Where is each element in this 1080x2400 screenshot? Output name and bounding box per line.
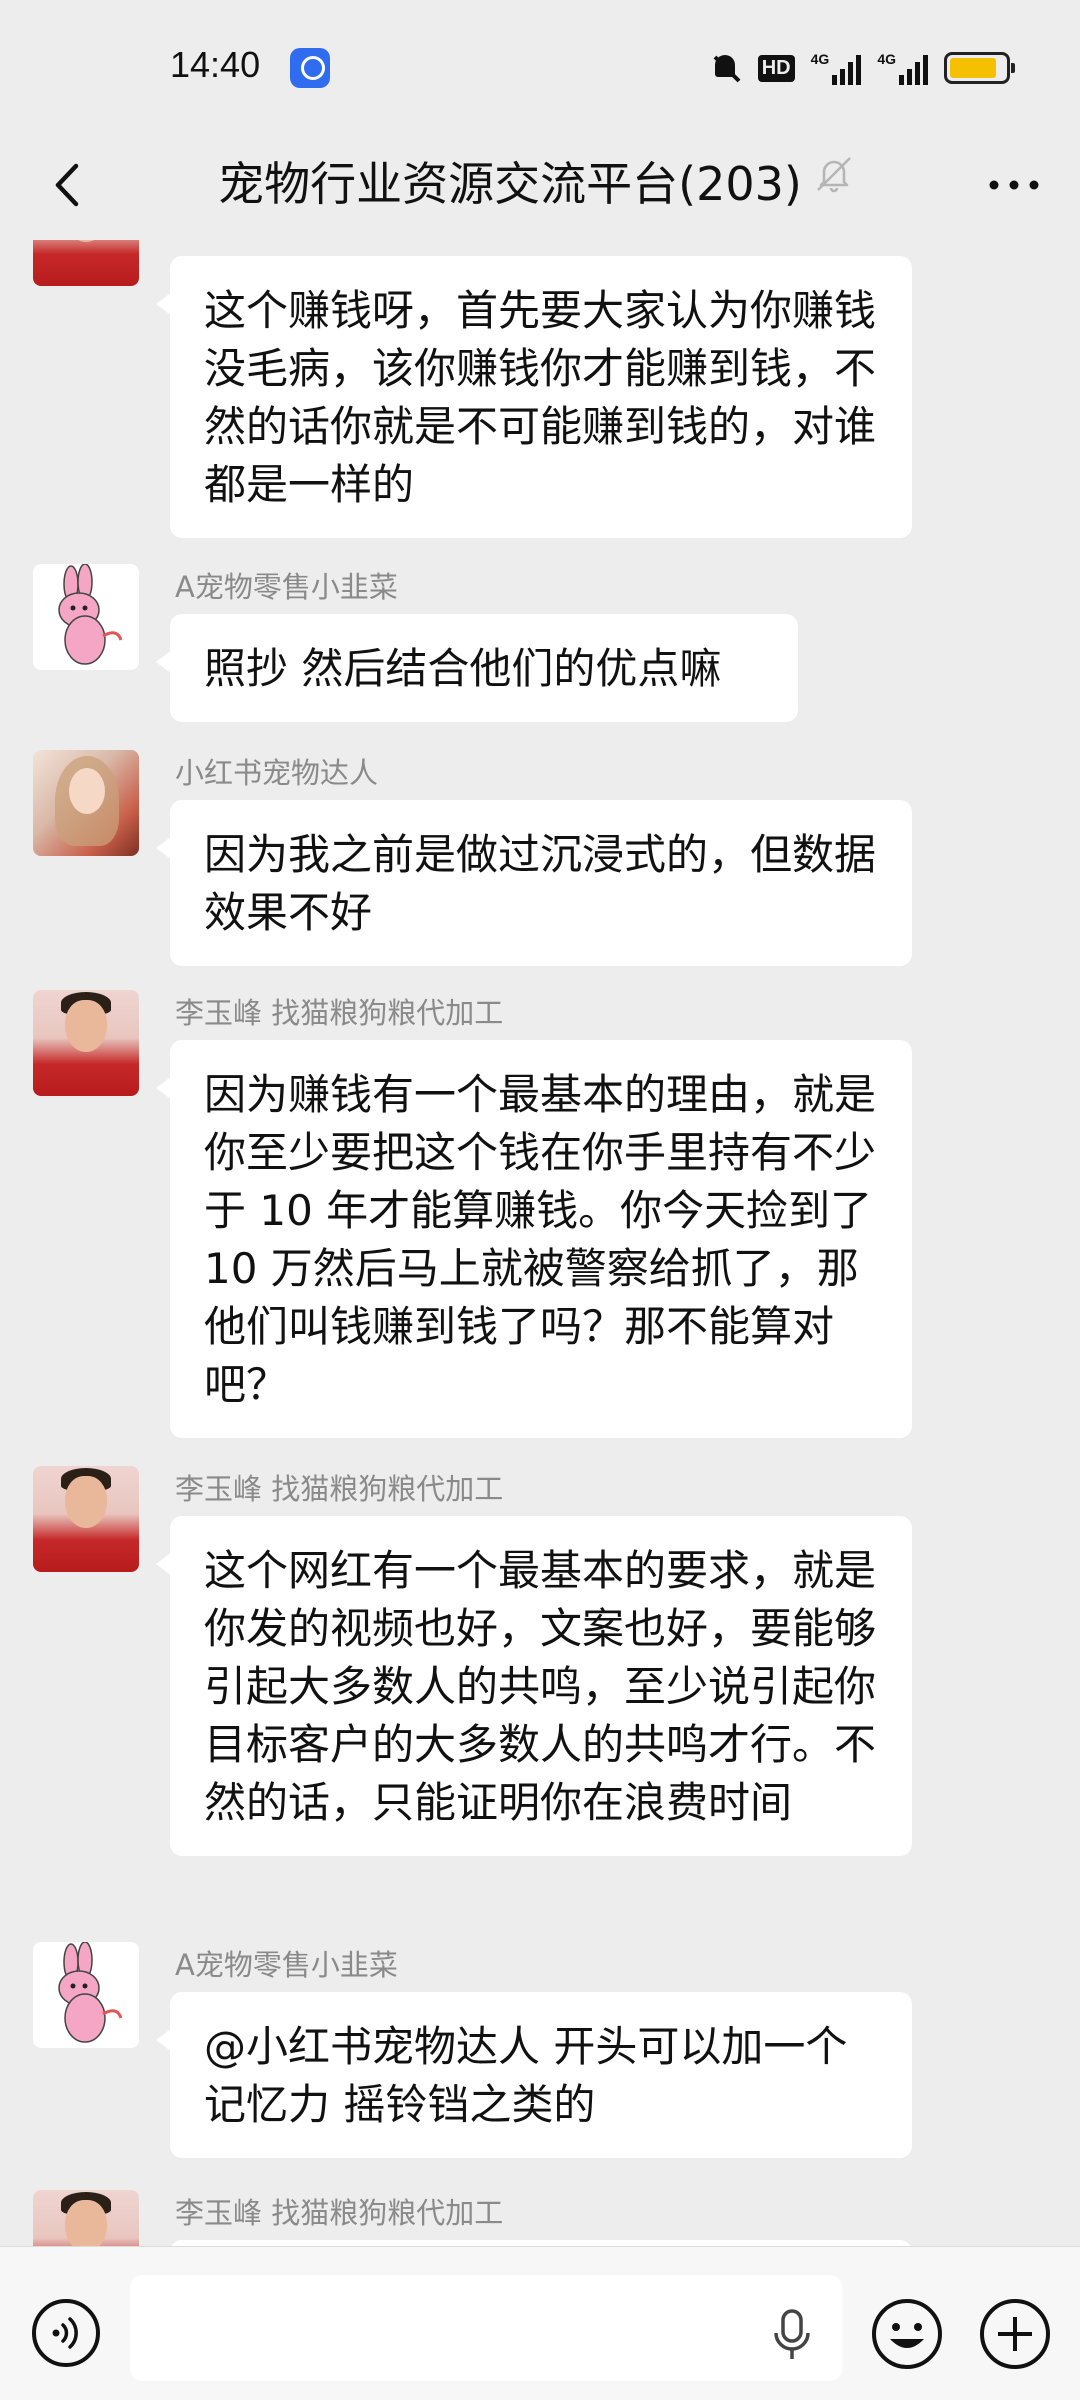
message-bubble[interactable]: 这个网红有一个最基本的要求，就是你发的视频也好，文案也好，要能够引起大多数人的共… — [156, 1516, 912, 1856]
sender-name: A宠物零售小韭菜 — [175, 1948, 398, 1982]
signal-strength-icon: 4G — [811, 51, 862, 85]
message-bubble[interactable]: 这个赚钱呀，首先要大家认为你赚钱没毛病，该你赚钱你才能赚到钱，不然的话你就是不可… — [156, 256, 912, 538]
baidu-app-icon — [290, 48, 330, 88]
sender-name: 李玉峰 找猫粮狗粮代加工 — [175, 1472, 504, 1506]
notifications-off-icon — [708, 51, 742, 85]
avatar[interactable] — [33, 1942, 139, 2048]
status-time: 14:40 — [170, 44, 261, 85]
battery-icon — [944, 52, 1015, 84]
muted-bell-icon — [817, 157, 851, 193]
status-bar: 14:40 HD 4G 4G — [0, 0, 1080, 130]
avatar[interactable] — [33, 2190, 139, 2246]
signal-strength-2-icon: 4G — [877, 51, 928, 85]
message-input[interactable] — [130, 2275, 842, 2381]
sender-name: 李玉峰 找猫粮狗粮代加工 — [175, 2196, 504, 2230]
rabbit-avatar-icon — [58, 1942, 123, 2043]
sender-name: 小红书宠物达人 — [175, 756, 379, 790]
voice-input-icon[interactable] — [30, 2297, 102, 2369]
message-bubble[interactable]: 因为赚钱有一个最基本的理由，就是你至少要把这个钱在你手里持有不少于 10 年才能… — [156, 1040, 912, 1438]
avatar[interactable] — [33, 240, 139, 286]
avatar[interactable] — [33, 1466, 139, 1572]
message-list[interactable]: 这个赚钱呀，首先要大家认为你赚钱没毛病，该你赚钱你才能赚到钱，不然的话你就是不可… — [0, 240, 1080, 2246]
sender-name: 李玉峰 找猫粮狗粮代加工 — [175, 996, 504, 1030]
more-options-icon[interactable] — [984, 170, 1044, 200]
avatar[interactable] — [33, 564, 139, 670]
battery-level — [950, 58, 996, 78]
rabbit-avatar-icon — [58, 564, 123, 665]
message-bubble[interactable]: @小红书宠物达人 开头可以加一个记忆力 摇铃铛之类的 — [156, 1992, 912, 2158]
message-bubble[interactable]: 因为我之前是做过沉浸式的，但数据效果不好 — [156, 800, 912, 966]
chat-header: 宠物行业资源交流平台(203) — [0, 130, 1080, 240]
microphone-icon[interactable] — [770, 2307, 814, 2363]
avatar[interactable] — [33, 990, 139, 1096]
hd-voice-icon: HD — [757, 54, 795, 82]
input-bar — [0, 2246, 1080, 2400]
add-more-icon[interactable] — [978, 2297, 1052, 2371]
group-title: 宠物行业资源交流平台(203) — [218, 157, 802, 211]
emoji-icon[interactable] — [870, 2297, 944, 2371]
sender-name: A宠物零售小韭菜 — [175, 570, 398, 604]
avatar[interactable] — [33, 750, 139, 856]
message-bubble[interactable]: 照抄 然后结合他们的优点嘛 — [156, 614, 798, 722]
status-icons: HD 4G 4G — [708, 48, 1015, 88]
